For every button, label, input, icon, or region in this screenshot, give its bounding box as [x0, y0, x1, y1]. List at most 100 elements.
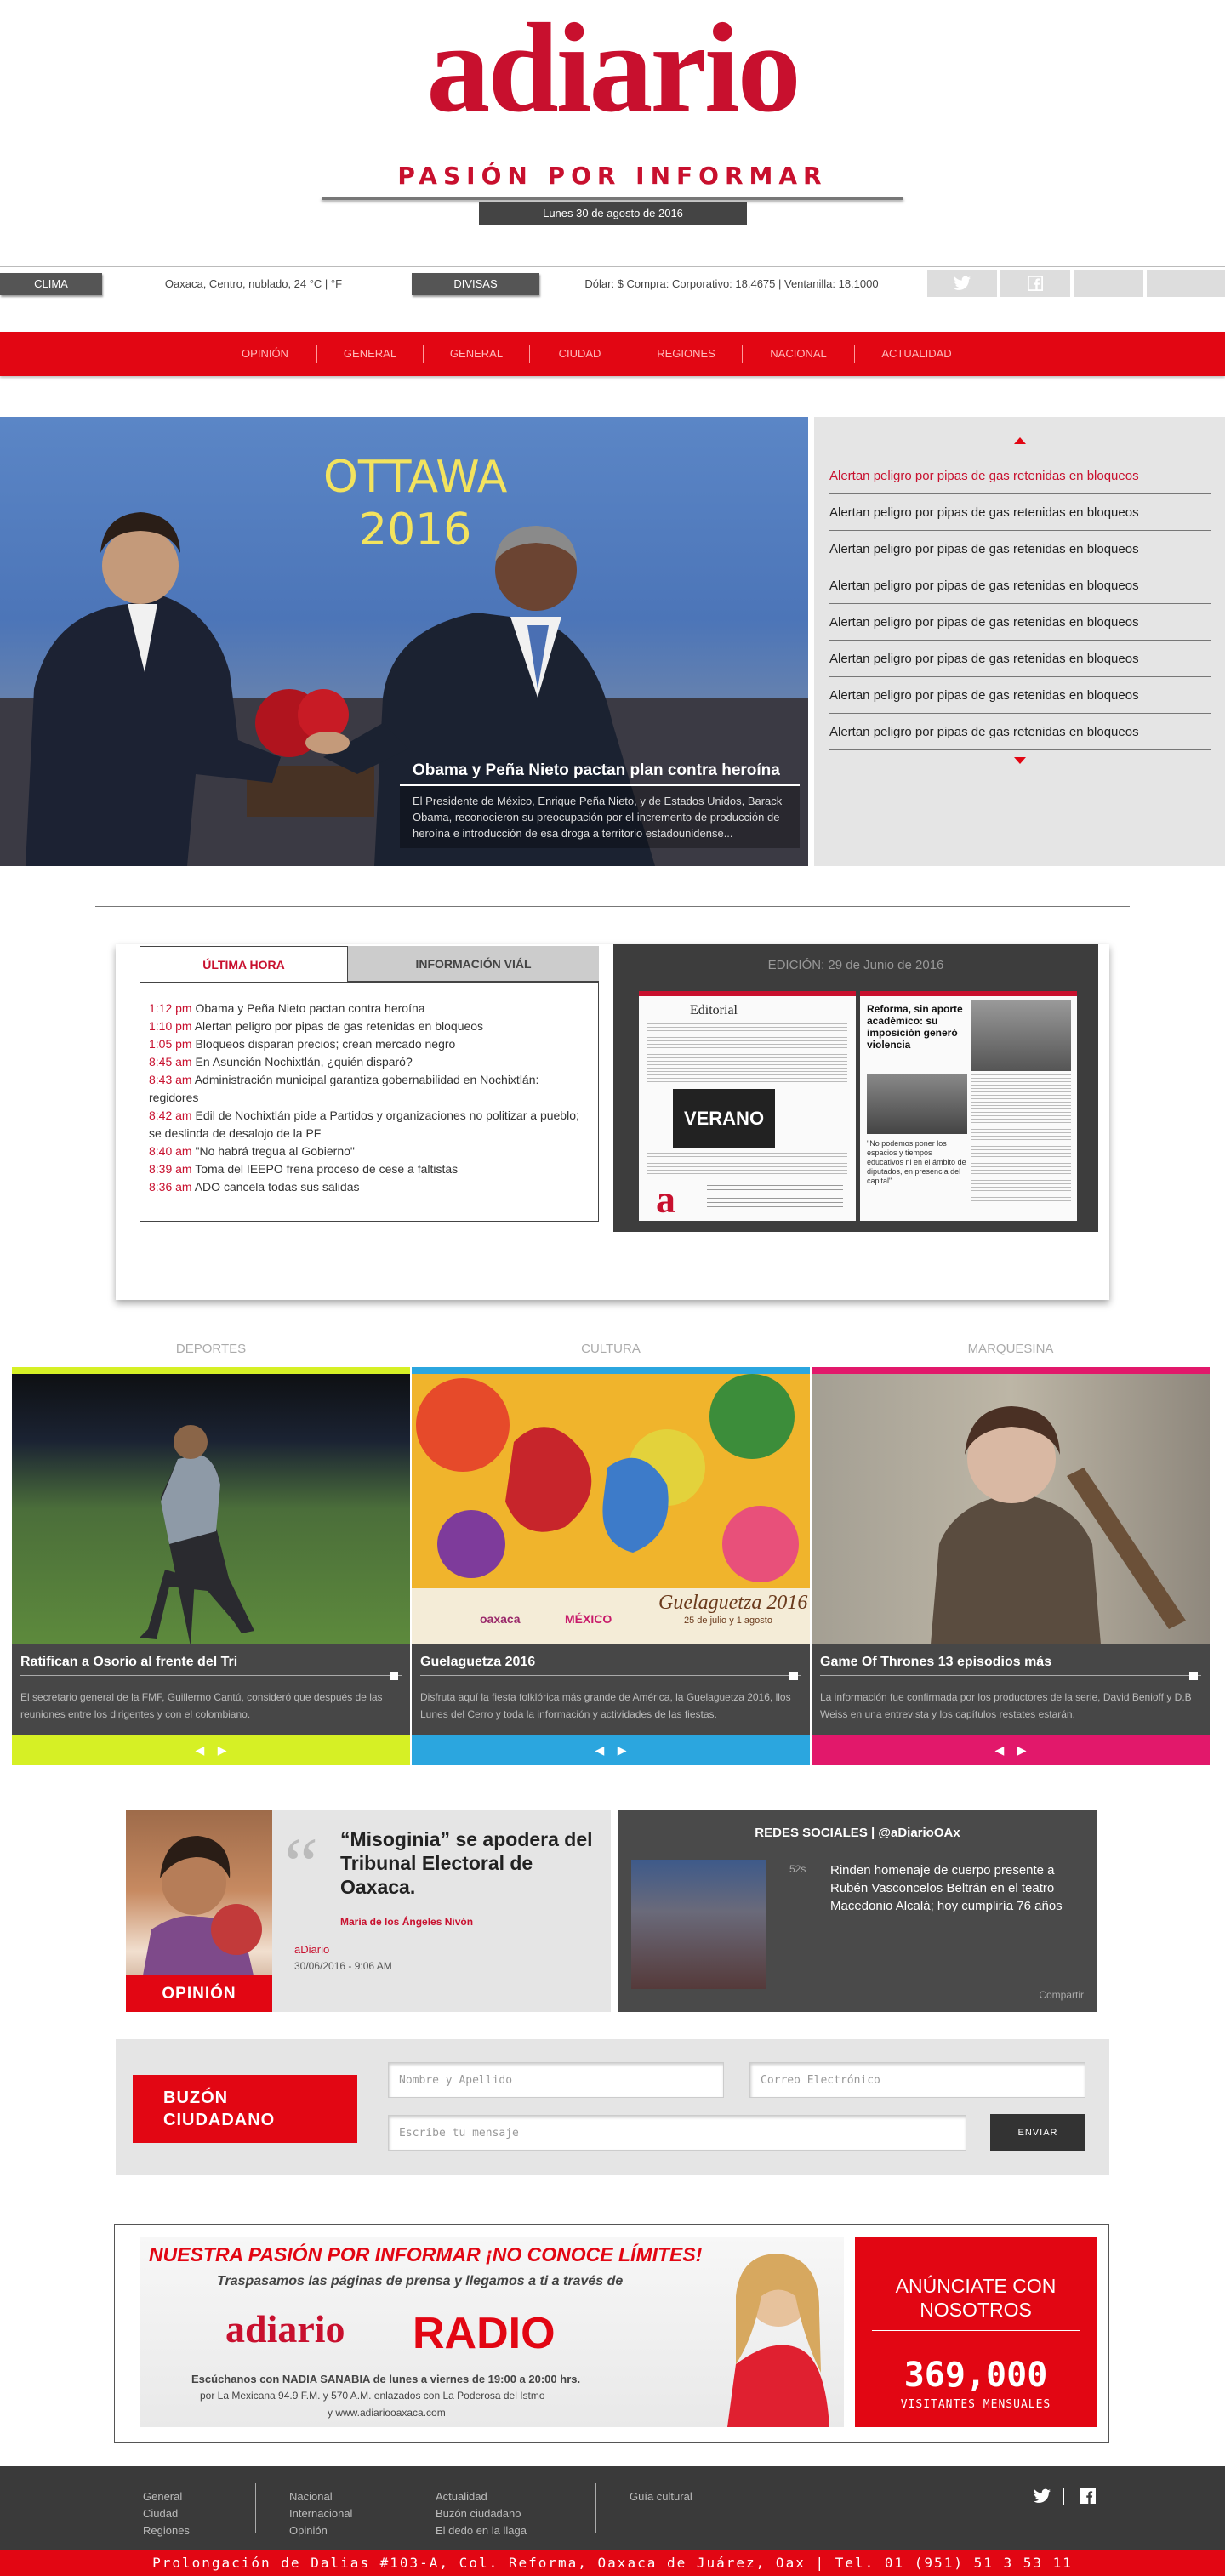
category-image: [812, 1374, 1210, 1644]
email-field[interactable]: Correo Electrónico: [749, 2062, 1085, 2098]
nav-item-general[interactable]: GENERAL: [316, 345, 423, 363]
headline-item[interactable]: Alertan peligro por pipas de gas retenid…: [829, 494, 1211, 531]
opinion-card[interactable]: OPINIÓN “ “Misoginia” se apodera del Tri…: [126, 1810, 611, 2012]
social-post-text[interactable]: Rinden homenaje de cuerpo presente a Rub…: [830, 1861, 1077, 1915]
facebook-icon[interactable]: [1000, 270, 1070, 297]
citizen-mailbox: BUZÓN CIUDADANO Nombre y Apellido Correo…: [116, 2039, 1109, 2175]
headline-item[interactable]: Alertan peligro por pipas de gas retenid…: [829, 677, 1211, 714]
print-edition[interactable]: EDICIÓN: 29 de Junio de 2016 Editorial V…: [613, 944, 1098, 1232]
social-feed-title: REDES SOCIALES | @aDiarioOAx: [755, 1826, 960, 1840]
footer-link[interactable]: Buzón ciudadano: [436, 2505, 527, 2522]
ad-banner: NUESTRA PASIÓN POR INFORMAR ¡NO CONOCE L…: [140, 2237, 844, 2427]
social-post-image[interactable]: [631, 1860, 766, 1989]
social-slot: [1074, 270, 1143, 297]
footer-link[interactable]: Regiones: [143, 2522, 190, 2539]
nav-item-nacional[interactable]: NACIONAL: [742, 345, 854, 363]
footer-link[interactable]: Internacional: [289, 2505, 352, 2522]
news-item[interactable]: 8:39 am Toma del IEEPO frena proceso de …: [149, 1160, 590, 1178]
edition-page-right: Reforma, sin aporte académico: su imposi…: [860, 991, 1077, 1221]
headline-item[interactable]: Alertan peligro por pipas de gas retenid…: [829, 458, 1211, 494]
opinion-title[interactable]: “Misoginia” se apodera del Tribunal Elec…: [340, 1827, 595, 1906]
headline-item[interactable]: Alertan peligro por pipas de gas retenid…: [829, 714, 1211, 750]
hero-caption: Obama y Peña Nieto pactan plan contra he…: [400, 757, 800, 848]
footer-col: Actualidad Buzón ciudadano El dedo en la…: [436, 2488, 527, 2539]
nav-item-general[interactable]: GENERAL: [423, 345, 529, 363]
news-item[interactable]: 1:05 pm Bloqueos disparan precios; crean…: [149, 1035, 590, 1053]
news-tabs: ÚLTIMA HORA INFORMACIÓN VIÁL: [140, 946, 599, 982]
category-caption: Ratifican a Osorio al frente del Tri El …: [12, 1644, 410, 1742]
news-item[interactable]: 8:42 am Edil de Nochixtlán pide a Partid…: [149, 1107, 590, 1143]
nav-item-ciudad[interactable]: CIUDAD: [529, 345, 630, 363]
category-title[interactable]: Ratifican a Osorio al frente del Tri: [20, 1650, 402, 1676]
news-item[interactable]: 8:40 am "No habrá tregua al Gobierno": [149, 1143, 590, 1160]
expand-icon[interactable]: [789, 1672, 798, 1680]
scroll-up-icon[interactable]: [1014, 437, 1026, 444]
latest-news-panel: ÚLTIMA HORA INFORMACIÓN VIÁL 1:12 pm Oba…: [116, 944, 1109, 1300]
radio-ad[interactable]: NUESTRA PASIÓN POR INFORMAR ¡NO CONOCE L…: [114, 2224, 1109, 2443]
news-item[interactable]: 8:43 am Administración municipal garanti…: [149, 1071, 590, 1107]
category-desc: La información fue confirmada por los pr…: [820, 1691, 1192, 1720]
edition-page-left: Editorial VERANO a: [639, 991, 856, 1221]
site-footer: General Ciudad Regiones Nacional Interna…: [0, 2466, 1225, 2550]
news-item[interactable]: 1:12 pm Obama y Peña Nieto pactan contra…: [149, 1000, 590, 1017]
footer-link[interactable]: General: [143, 2488, 190, 2505]
message-field[interactable]: Escribe tu mensaje: [388, 2115, 966, 2151]
edition-title: EDICIÓN: 29 de Junio de 2016: [767, 958, 944, 972]
prev-icon[interactable]: ◀: [195, 1743, 204, 1757]
footer-link[interactable]: Nacional: [289, 2488, 352, 2505]
category-pager: ◀ ▶: [412, 1735, 810, 1765]
footer-col: General Ciudad Regiones: [143, 2488, 190, 2539]
footer-divider: [255, 2483, 256, 2533]
hero-image[interactable]: OTTAWA 2016 Obama y Peña Nieto pactan pl…: [0, 417, 808, 866]
headline-item[interactable]: Alertan peligro por pipas de gas retenid…: [829, 604, 1211, 641]
opinion-source: aDiario: [294, 1943, 330, 1956]
next-icon[interactable]: ▶: [218, 1743, 227, 1757]
info-bar: CLIMA Oaxaca, Centro, nublado, 24 °C | °…: [0, 268, 1225, 299]
headline-item[interactable]: Alertan peligro por pipas de gas retenid…: [829, 567, 1211, 604]
twitter-icon[interactable]: [1034, 2488, 1051, 2508]
site-logo[interactable]: adiario: [357, 4, 868, 132]
news-item[interactable]: 8:45 am En Asunción Nochixtlán, ¿quién d…: [149, 1053, 590, 1071]
category-card-deportes[interactable]: Ratifican a Osorio al frente del Tri El …: [12, 1367, 410, 1765]
nav-item-actualidad[interactable]: ACTUALIDAD: [854, 345, 978, 363]
facebook-icon[interactable]: [1080, 2488, 1096, 2508]
footer-link[interactable]: El dedo en la llaga: [436, 2522, 527, 2539]
category-card-marquesina[interactable]: Game Of Thrones 13 episodios más La info…: [812, 1367, 1210, 1765]
footer-link[interactable]: Guía cultural: [630, 2488, 692, 2505]
next-icon[interactable]: ▶: [618, 1743, 627, 1757]
prev-icon[interactable]: ◀: [994, 1743, 1004, 1757]
prev-icon[interactable]: ◀: [595, 1743, 604, 1757]
opinion-author[interactable]: María de los Ángeles Nivón: [340, 1916, 473, 1928]
next-icon[interactable]: ▶: [1017, 1743, 1027, 1757]
expand-icon[interactable]: [1189, 1672, 1198, 1680]
footer-link[interactable]: Ciudad: [143, 2505, 190, 2522]
hero-title[interactable]: Obama y Peña Nieto pactan plan contra he…: [400, 757, 800, 786]
scroll-down-icon[interactable]: [1014, 757, 1026, 764]
tagline-divider: [322, 197, 903, 200]
news-item[interactable]: 8:36 am ADO cancela todas sus salidas: [149, 1178, 590, 1196]
category-label-deportes: DEPORTES: [175, 1342, 247, 1356]
category-title[interactable]: Game Of Thrones 13 episodios más: [820, 1650, 1201, 1676]
twitter-icon[interactable]: [927, 270, 997, 297]
tab-ultima-hora[interactable]: ÚLTIMA HORA: [140, 946, 348, 982]
nav-item-regiones[interactable]: REGIONES: [630, 345, 742, 363]
currency-value: Dólar: $ Compra: Corporativo: 18.4675 | …: [584, 277, 879, 290]
advertise-cta[interactable]: ANÚNCIATE CON NOSOTROS 369,000 VISITANTE…: [855, 2237, 1097, 2427]
footer-link[interactable]: Opinión: [289, 2522, 352, 2539]
tab-informacion-vial[interactable]: INFORMACIÓN VIÁL: [348, 946, 599, 982]
weather-label: CLIMA: [0, 273, 102, 295]
category-title[interactable]: Guelaguetza 2016: [420, 1650, 801, 1676]
share-link[interactable]: Compartir: [1039, 1989, 1084, 2001]
category-color-bar: [412, 1367, 810, 1374]
nav-item-opinion[interactable]: OPINIÓN: [224, 345, 306, 363]
category-card-cultura[interactable]: Guelaguetza 2016 25 de julio y 1 agosto …: [412, 1367, 810, 1765]
name-field[interactable]: Nombre y Apellido: [388, 2062, 724, 2098]
headline-item[interactable]: Alertan peligro por pipas de gas retenid…: [829, 641, 1211, 677]
send-button[interactable]: ENVIAR: [990, 2114, 1085, 2151]
headline-item[interactable]: Alertan peligro por pipas de gas retenid…: [829, 531, 1211, 567]
expand-icon[interactable]: [390, 1672, 398, 1680]
footer-link[interactable]: Actualidad: [436, 2488, 527, 2505]
news-item[interactable]: 1:10 pm Alertan peligro por pipas de gas…: [149, 1017, 590, 1035]
category-desc: Disfruta aquí la fiesta folklórica más g…: [420, 1691, 791, 1720]
category-label-cultura: CULTURA: [581, 1342, 641, 1356]
